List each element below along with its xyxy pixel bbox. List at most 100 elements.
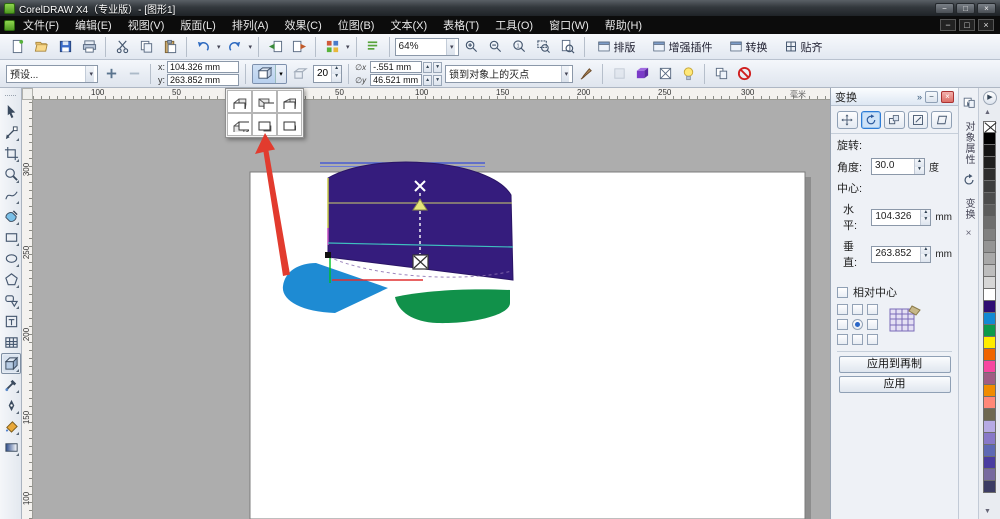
open-icon[interactable] (30, 36, 52, 58)
vertical-ruler[interactable]: 300 250 200 150 100 (22, 100, 33, 519)
minimize-button[interactable]: − (935, 2, 954, 14)
text-tool[interactable] (1, 311, 21, 332)
transform-tab[interactable]: 变换 (961, 198, 976, 220)
color-swatch[interactable] (983, 289, 996, 301)
color-swatch[interactable] (983, 157, 996, 169)
toolbar-button-3[interactable]: 贴齐 (777, 36, 830, 58)
center-vertical-spinbox[interactable]: 263.852 ▲ ▼ (871, 245, 932, 263)
dropdown-icon[interactable]: ▾ (345, 43, 351, 51)
color-swatch[interactable] (983, 445, 996, 457)
extrusion-type-dropdown[interactable]: ▾ (275, 64, 286, 83)
menu-item-10[interactable]: 窗口(W) (541, 18, 597, 34)
close-button[interactable]: × (977, 2, 996, 14)
undo-icon[interactable] (192, 36, 214, 58)
center-horizontal-spinbox[interactable]: 104.326 ▲ ▼ (871, 208, 932, 226)
rectangle-tool[interactable] (1, 227, 21, 248)
anchor-cell-2[interactable] (867, 304, 878, 315)
doc-minimize-button[interactable]: − (940, 19, 956, 31)
vp-x-up[interactable]: ▲ (423, 61, 433, 73)
toolbar-button-0[interactable]: 排版 (590, 36, 643, 58)
vp-x-down[interactable]: ▼ (433, 61, 443, 73)
palette-scroll-up-icon[interactable]: ▲ (984, 109, 991, 116)
angle-spinbox[interactable]: 30.0 ▲ ▼ (871, 158, 925, 175)
menu-item-2[interactable]: 视图(V) (120, 18, 173, 34)
clear-extrude-icon[interactable] (734, 64, 754, 84)
color-swatch[interactable] (983, 205, 996, 217)
zoom-in-icon[interactable] (461, 36, 483, 58)
fill-tool[interactable] (1, 416, 21, 437)
anchor-cell-7[interactable] (852, 334, 863, 345)
color-swatch[interactable] (983, 457, 996, 469)
docker-collapse-button[interactable]: − (925, 90, 938, 103)
menu-item-3[interactable]: 版面(L) (172, 18, 223, 34)
anchor-cell-3[interactable] (837, 319, 848, 330)
preset-combo[interactable]: 预设... ▾ (6, 64, 98, 83)
origin-node[interactable] (325, 252, 331, 258)
vanishing-point-mode-combo[interactable]: 锁到对象上的灭点 ▾ (445, 64, 574, 83)
zoom-out-icon[interactable] (485, 36, 507, 58)
color-swatch[interactable] (983, 373, 996, 385)
y-position-field[interactable]: 263.852 mm (167, 74, 239, 86)
anchor-cell-5[interactable] (867, 319, 878, 330)
anchor-cell-6[interactable] (837, 334, 848, 345)
color-swatch[interactable] (983, 349, 996, 361)
apply-button[interactable]: 应用 (838, 376, 951, 393)
extrude-vp-handle[interactable] (412, 254, 429, 270)
scale-mirror-tab[interactable] (884, 111, 905, 129)
extrusion-small-back-icon[interactable] (227, 90, 252, 113)
color-swatch[interactable] (983, 409, 996, 421)
color-swatch[interactable] (983, 481, 996, 493)
drawing-canvas[interactable] (33, 100, 830, 519)
size-tab[interactable] (907, 111, 929, 129)
color-swatch[interactable] (983, 277, 996, 289)
docker-tab-close-icon[interactable]: × (966, 228, 972, 239)
dropdown-icon[interactable]: ▾ (216, 43, 222, 51)
export-icon[interactable] (288, 36, 310, 58)
color-swatch[interactable] (983, 265, 996, 277)
extrusion-front-parallel-icon[interactable] (277, 113, 302, 136)
menu-item-9[interactable]: 工具(O) (487, 18, 541, 34)
maximize-button[interactable]: □ (956, 2, 975, 14)
ellipse-tool[interactable] (1, 248, 21, 269)
outline-pen-tool[interactable] (1, 395, 21, 416)
color-swatch[interactable] (983, 145, 996, 157)
extrude-tool[interactable] (1, 353, 21, 374)
extrusion-type-button[interactable]: ▾ (252, 63, 287, 84)
paste-icon[interactable] (159, 36, 181, 58)
menu-item-8[interactable]: 表格(T) (435, 18, 487, 34)
toolbar-button-2[interactable]: 转换 (722, 36, 775, 58)
toolbar-button-1[interactable]: 增强插件 (645, 36, 720, 58)
rotation-tab[interactable] (860, 111, 882, 129)
menu-item-5[interactable]: 效果(C) (277, 18, 330, 34)
polygon-tool[interactable] (1, 269, 21, 290)
options-icon[interactable] (362, 36, 384, 58)
color-swatch[interactable] (983, 385, 996, 397)
color-swatch[interactable] (983, 253, 996, 265)
color-swatch[interactable] (983, 169, 996, 181)
zoom-level-combo[interactable]: 64% ▾ (394, 37, 459, 56)
color-swatch[interactable] (983, 217, 996, 229)
palette-flyout-button[interactable]: ▶ (983, 91, 997, 105)
print-icon[interactable] (78, 36, 100, 58)
color-swatch[interactable] (983, 229, 996, 241)
color-swatch[interactable] (983, 361, 996, 373)
vp-y-up[interactable]: ▲ (423, 74, 433, 86)
interactive-fill-tool[interactable] (1, 437, 21, 458)
doc-close-button[interactable]: × (978, 19, 994, 31)
menu-item-1[interactable]: 编辑(E) (67, 18, 120, 34)
basic-shapes-tool[interactable] (1, 290, 21, 311)
color-swatch[interactable] (983, 301, 996, 313)
extrusion-big-front-icon[interactable] (227, 113, 252, 136)
relative-center-checkbox[interactable] (837, 286, 848, 298)
horizontal-ruler[interactable]: 100 50 50 100 150 200 250 300 毫米 (33, 88, 830, 100)
color-swatch[interactable] (983, 421, 996, 433)
dropdown-icon[interactable]: ▾ (248, 43, 254, 51)
menu-item-0[interactable]: 文件(F) (15, 18, 67, 34)
save-icon[interactable] (54, 36, 76, 58)
vp-y-field[interactable]: 46.521 mm (370, 74, 423, 86)
import-icon[interactable] (264, 36, 286, 58)
object-properties-tab-icon[interactable] (962, 96, 976, 113)
smart-fill-tool[interactable] (1, 206, 21, 227)
color-swatch[interactable] (983, 469, 996, 481)
extrusion-big-back-icon[interactable] (252, 90, 277, 113)
